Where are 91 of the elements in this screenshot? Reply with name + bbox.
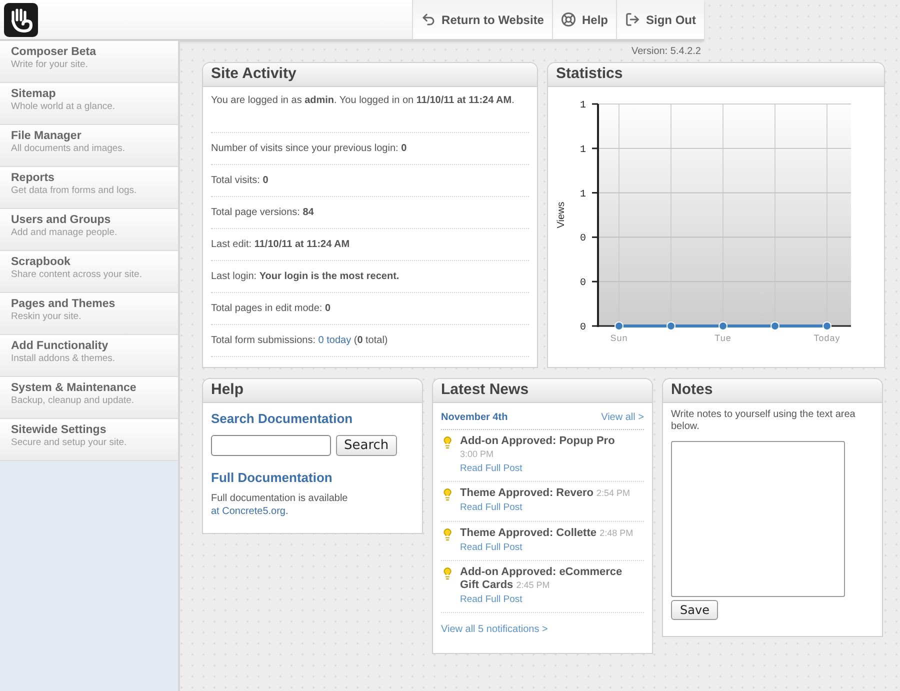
sidebar-item-subtitle: All documents and images.	[11, 143, 126, 155]
sidebar-item-subtitle: Whole world at a glance.	[11, 101, 116, 113]
activity-text: You are logged in as admin. You logged in on 11/10/11 at 11:24 AM.	[211, 94, 529, 133]
news-item-title: Add-on Approved: Popup Pro 3:00 PM	[460, 435, 616, 461]
news-date: November 4th	[441, 411, 508, 425]
sidebar-item-title: Scrapbook	[11, 255, 72, 269]
full-documentation-heading: Full Documentation	[211, 468, 334, 486]
read-full-post-link[interactable]: Read Full Post	[460, 540, 634, 555]
sidebar-item-subtitle: Share content across your site.	[11, 269, 143, 281]
sidebar-item-subtitle: Reskin your site.	[11, 311, 82, 323]
sidebar-item-title: Reports	[11, 171, 56, 185]
panel-title: Latest News	[441, 380, 529, 400]
sidebar-item-subtitle: Backup, cleanup and update.	[11, 395, 136, 407]
sidebar-item-title: File Manager	[11, 129, 82, 143]
sidebar-item[interactable]: Composer Beta Write for your site.	[0, 41, 178, 83]
panel-title: Help	[211, 380, 244, 400]
sidebar-item[interactable]: Scrapbook Share content across your site.	[0, 251, 178, 293]
return-arrow-icon	[420, 12, 436, 27]
panel-title: Notes	[671, 380, 713, 400]
panel-title: Statistics	[556, 64, 623, 84]
sidebar-item-subtitle: Secure and setup your site.	[11, 437, 128, 449]
sidebar-item-title: System & Maintenance	[11, 381, 138, 395]
search-field[interactable]	[211, 434, 331, 456]
view-all-notifications-link[interactable]: View all 5 notifications >	[441, 622, 644, 637]
notes-textarea[interactable]	[671, 441, 845, 597]
sidebar-item-subtitle: Add and manage people.	[11, 227, 118, 239]
activity-text: Number of visits since your previous login: 0	[211, 133, 529, 165]
x-tick-label: Today	[814, 333, 840, 343]
sidebar-item-title: Composer Beta	[11, 45, 97, 59]
top-nav-link[interactable]: Return to Website	[412, 0, 552, 39]
notes-instructions: Write notes to yourself using the text area below.	[671, 409, 856, 433]
activity-text: Total pages in edit mode: 0	[211, 293, 529, 325]
activity-text: Last edit: 11/10/11 at 11:24 AM	[211, 229, 529, 261]
hand-logo-icon	[4, 3, 40, 39]
version-text: Version: 5.4.2.2	[632, 44, 701, 58]
sidebar-item[interactable]: Sitewide Settings Secure and setup your site.	[0, 419, 178, 461]
documentation-text: Full documentation is available at Concrete5.org.	[211, 492, 349, 518]
y-tick-label: 1	[580, 144, 586, 156]
sign-out-icon	[625, 12, 640, 27]
data-point	[770, 322, 780, 330]
sidebar-item[interactable]: Users and Groups Add and manage people.	[0, 209, 178, 251]
activity-text: Total page versions: 84	[211, 197, 529, 229]
activity-text: Total form submissions: 0 today (0 total)	[211, 325, 529, 357]
y-tick-label: 1	[580, 189, 586, 200]
sidebar-item[interactable]: Reports Get data from forms and logs.	[0, 167, 178, 209]
search-button[interactable]: Search	[336, 434, 397, 456]
data-point	[666, 322, 676, 330]
lightbulb-icon	[441, 488, 454, 502]
sidebar-item-title: Sitemap	[11, 87, 57, 101]
sidebar-item[interactable]: Sitemap Whole world at a glance.	[0, 83, 178, 125]
sidebar-item-title: Add Functionality	[11, 339, 110, 353]
y-tick-label: 0	[580, 278, 586, 290]
news-item-title: Theme Approved: Revero 2:54 PM	[460, 487, 630, 500]
today-link[interactable]: 0 today	[318, 335, 352, 346]
search-heading: Search Documentation	[211, 410, 354, 428]
lightbulb-icon	[441, 436, 454, 449]
sidebar-item-subtitle: Write for your site.	[11, 59, 89, 71]
top-nav-link[interactable]: Sign Out	[616, 0, 704, 39]
view-all-link[interactable]: View all >	[601, 410, 644, 425]
sidebar-item-title: Users and Groups	[11, 213, 112, 227]
sidebar-item[interactable]: Add Functionality Install addons & themes.	[0, 335, 178, 377]
data-point	[822, 322, 832, 330]
sidebar-item-title: Sitewide Settings	[11, 423, 108, 437]
read-full-post-link[interactable]: Read Full Post	[460, 592, 644, 607]
save-button[interactable]: Save	[671, 600, 718, 620]
sidebar-item-subtitle: Install addons & themes.	[11, 353, 116, 365]
sidebar-item-subtitle: Get data from forms and logs.	[11, 185, 138, 197]
y-axis-title: Views	[556, 202, 567, 228]
x-tick-label: Sun	[610, 333, 628, 343]
lightbulb-icon	[441, 528, 454, 540]
news-item-title: Add-on Approved: eCommerce Gift Cards 2:45 PM	[460, 566, 624, 592]
data-point	[718, 322, 728, 330]
x-tick-label: Tue	[714, 333, 732, 343]
read-full-post-link[interactable]: Read Full Post	[460, 501, 630, 516]
y-tick-label: 1	[580, 100, 586, 112]
top-nav-link[interactable]: Help	[552, 0, 616, 39]
sidebar-item[interactable]: Pages and Themes Reskin your site.	[0, 293, 178, 335]
y-tick-label: 0	[580, 322, 586, 334]
read-full-post-link[interactable]: Read Full Post	[460, 462, 644, 476]
y-tick-label: 0	[580, 234, 586, 245]
panel-title: Site Activity	[211, 64, 296, 84]
data-point	[614, 322, 624, 330]
help-icon	[560, 12, 576, 27]
concrete5-link[interactable]: at Concrete5.org	[211, 506, 286, 517]
sidebar-item[interactable]: File Manager All documents and images.	[0, 125, 178, 167]
activity-text: Total visits: 0	[211, 165, 529, 197]
sidebar-item-title: Pages and Themes	[11, 297, 116, 311]
activity-text: Last login: Your login is the most recent.	[211, 261, 529, 293]
lightbulb-icon	[441, 566, 454, 580]
sidebar-item[interactable]: System & Maintenance Backup, cleanup and update.	[0, 377, 178, 419]
news-item-title: Theme Approved: Collette 2:48 PM	[460, 526, 634, 540]
